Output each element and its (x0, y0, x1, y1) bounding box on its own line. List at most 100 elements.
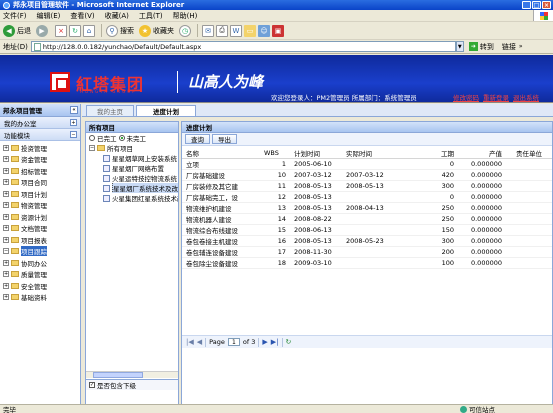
col-duration[interactable]: 工期 (404, 148, 464, 159)
expand-icon[interactable]: + (3, 236, 9, 243)
expand-icon[interactable]: + (3, 294, 9, 301)
sidebar-item[interactable]: + 项目计划 (0, 188, 80, 200)
stop-icon[interactable]: × (55, 24, 67, 37)
menu-tools[interactable]: 工具(T) (139, 11, 163, 21)
table-row[interactable]: 厂房基础完工，设 12 2008-05-13 0 0.000000 (182, 191, 552, 203)
address-dropdown-icon[interactable]: ▼ (455, 41, 464, 52)
sidebar-item[interactable]: + 文档管理 (0, 223, 80, 235)
messenger-icon[interactable]: ☺ (258, 24, 270, 37)
project-item[interactable]: 星星烟厂系统技术及改造 (86, 183, 178, 193)
collapse-icon[interactable]: − (3, 248, 9, 255)
back-button[interactable]: ◀ 后退 (3, 24, 31, 37)
expand-icon[interactable]: + (3, 225, 9, 232)
logout-link[interactable]: 退出系统 (513, 92, 539, 102)
include-sub-option[interactable]: ✓ 是否包含下级 (86, 379, 178, 390)
sidebar-item[interactable]: + 协同办公 (0, 257, 80, 269)
menu-view[interactable]: 查看(V) (70, 11, 94, 21)
project-item[interactable]: 火星集团红星系统技术改 (86, 193, 178, 203)
sidebar-item[interactable]: + 质量管理 (0, 269, 80, 281)
sidebar-section-office[interactable]: 我的办公室 + (0, 117, 80, 129)
sidebar-item[interactable]: + 资金管理 (0, 154, 80, 166)
table-row[interactable]: 厂房基础建设 10 2007-03-12 2007-03-12 420 0.000000 (182, 169, 552, 181)
col-value[interactable]: 产值 (464, 148, 512, 159)
close-icon[interactable]: × (542, 1, 551, 9)
table-row[interactable]: 物流维护机建设 13 2008-05-13 2008-04-13 250 0.000000 (182, 202, 552, 214)
print-icon[interactable]: ⎙ (216, 24, 228, 37)
table-row[interactable]: 立项 1 2005-06-10 0 0.000000 (182, 158, 552, 170)
include-sub-checkbox[interactable]: ✓ (89, 382, 95, 388)
menu-favorites[interactable]: 收藏(A) (105, 11, 129, 21)
relogin-link[interactable]: 重新登录 (483, 92, 509, 102)
expand-icon[interactable]: + (3, 190, 9, 197)
sidebar-item[interactable]: + 投资管理 (0, 142, 80, 154)
collapse-icon[interactable]: − (89, 145, 95, 151)
links-button[interactable]: 链接 (502, 42, 516, 52)
sidebar-item[interactable]: + 物资管理 (0, 200, 80, 212)
expand-icon[interactable]: + (3, 156, 9, 163)
maximize-icon[interactable]: □ (532, 1, 541, 9)
expand-icon[interactable]: + (3, 271, 9, 278)
address-input[interactable]: http://128.0.0.182/yunchao/Default/Defau… (30, 41, 456, 52)
table-row[interactable]: 厂房装修及其它建 11 2008-05-13 2008-05-13 300 0.00000… (182, 180, 552, 192)
query-button[interactable]: 查询 (185, 134, 210, 144)
search-button[interactable]: ⚲ 搜索 (106, 24, 134, 37)
expand-icon[interactable]: + (3, 213, 9, 220)
project-item[interactable]: 星星烟厂网络布置 (86, 163, 178, 173)
sidebar-item[interactable]: + 基础资料 (0, 292, 80, 304)
project-hscrollbar[interactable] (86, 371, 178, 378)
col-unit[interactable]: 责任单位 (512, 148, 552, 159)
table-row[interactable]: 卷包卷接主机建设 16 2008-05-13 2008-05-23 300 0.00000… (182, 235, 552, 247)
table-row[interactable]: 物流综合布线建设 15 2008-06-13 150 0.000000 (182, 224, 552, 236)
sidebar-item[interactable]: + 项目合同 (0, 177, 80, 189)
sidebar-section-modules[interactable]: 功能模块 − (0, 129, 80, 141)
col-name[interactable]: 名称 (182, 148, 260, 159)
col-wbs[interactable]: WBS (260, 148, 290, 159)
tab-schedule[interactable]: 进度计划 (136, 105, 196, 116)
col-plan-time[interactable]: 计划时间 (290, 148, 342, 159)
forward-button[interactable]: ▶ (36, 24, 50, 37)
minimize-icon[interactable]: _ (522, 1, 531, 9)
collapse-icon[interactable]: − (70, 131, 77, 138)
change-password-link[interactable]: 修改密码 (453, 92, 479, 102)
expand-icon[interactable]: + (3, 202, 9, 209)
edit-icon[interactable]: W (230, 24, 242, 37)
history-icon[interactable]: ◷ (179, 24, 191, 37)
last-page-icon[interactable]: ▶| (271, 338, 279, 346)
favorites-button[interactable]: ★ 收藏夹 (139, 24, 174, 37)
prev-page-icon[interactable]: ◀ (197, 338, 202, 346)
folder-icon[interactable]: ▭ (244, 24, 256, 37)
expand-icon[interactable]: + (3, 282, 9, 289)
refresh-icon[interactable]: ↻ (69, 24, 81, 37)
sidebar-item[interactable]: + 招标管理 (0, 165, 80, 177)
project-root[interactable]: − 所有项目 (86, 143, 178, 153)
expand-icon[interactable]: + (70, 119, 77, 126)
menu-file[interactable]: 文件(F) (3, 11, 27, 21)
refresh-icon[interactable]: ↻ (286, 338, 292, 346)
menu-help[interactable]: 帮助(H) (173, 11, 198, 21)
mail-icon[interactable]: ✉ (202, 24, 214, 37)
scroll-thumb[interactable] (93, 372, 143, 378)
project-item[interactable]: 星星烟草网上安装系统 (86, 153, 178, 163)
menu-edit[interactable]: 编辑(E) (37, 11, 61, 21)
links-chevron-icon[interactable]: » (519, 43, 523, 50)
first-page-icon[interactable]: |◀ (186, 338, 194, 346)
expand-icon[interactable]: + (3, 179, 9, 186)
sidebar-item[interactable]: + 安全管理 (0, 280, 80, 292)
research-icon[interactable]: ▣ (272, 24, 284, 37)
page-input[interactable]: 1 (227, 338, 240, 346)
radio-done[interactable] (89, 135, 95, 141)
go-button[interactable]: ➜ 转到 (468, 42, 494, 52)
sidebar-item[interactable]: + 项目报表 (0, 234, 80, 246)
project-item[interactable]: 火星运特技控物流系统 (86, 173, 178, 183)
table-row[interactable]: 物流机器人建设 14 2008-08-22 250 0.000000 (182, 213, 552, 225)
tab-home[interactable]: 我的主页 (86, 105, 134, 116)
sidebar-item[interactable]: + 资源计划 (0, 211, 80, 223)
expand-icon[interactable]: + (3, 167, 9, 174)
expand-icon[interactable]: + (3, 144, 9, 151)
export-button[interactable]: 导出 (212, 134, 237, 144)
sidebar-collapse-icon[interactable]: « (70, 106, 78, 114)
sidebar-item[interactable]: − 项目跟踪 (0, 246, 80, 258)
next-page-icon[interactable]: ▶ (262, 338, 267, 346)
table-row[interactable]: 卷包辅连设备建设 17 2008-11-30 200 0.000000 (182, 246, 552, 258)
radio-undone[interactable] (118, 135, 125, 141)
